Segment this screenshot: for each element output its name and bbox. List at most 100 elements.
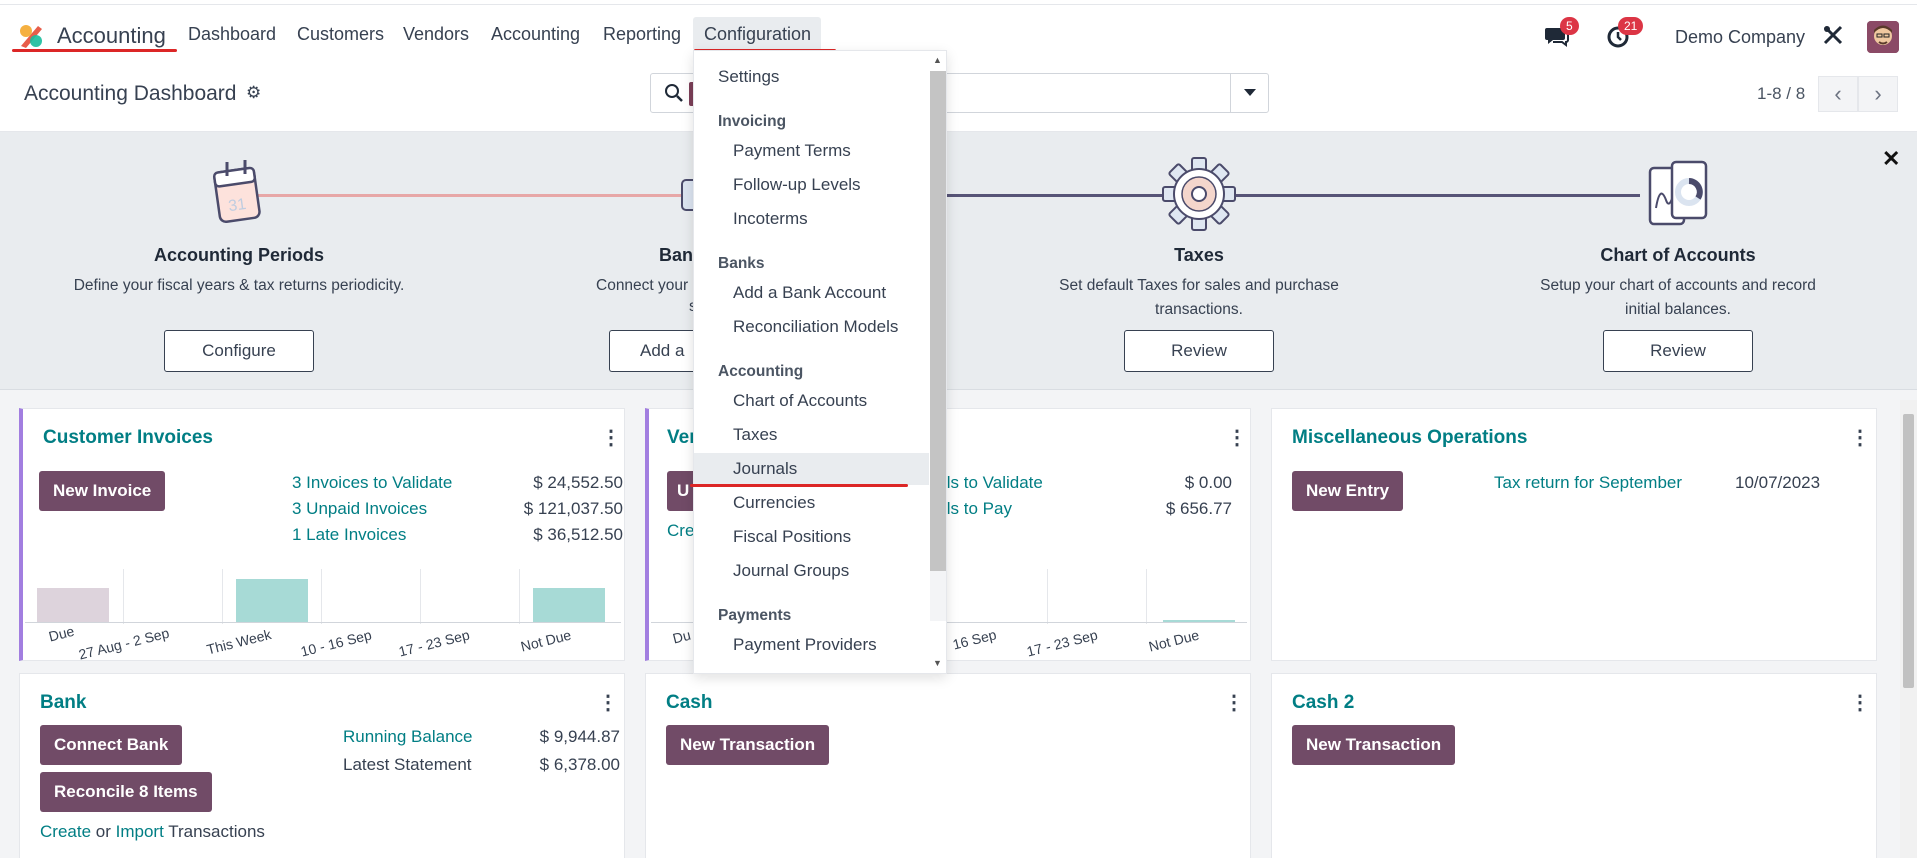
chart-gridline	[123, 569, 124, 624]
scroll-down-arrow-icon[interactable]: ▼	[933, 658, 942, 668]
card-title[interactable]: Bank	[40, 692, 86, 714]
amount-value: $ 36,512.50	[533, 525, 623, 544]
chart-gridline	[519, 569, 520, 624]
chart-gridline	[321, 569, 322, 624]
review-taxes-button[interactable]: Review	[1124, 330, 1274, 372]
menu-item-settings[interactable]: Settings	[718, 67, 953, 87]
scroll-up-arrow-icon[interactable]: ▲	[933, 55, 942, 65]
chart-tick: Not Due	[1147, 626, 1201, 655]
onboarding-title: Taxes	[1174, 245, 1224, 265]
accounting-app-icon[interactable]	[18, 23, 44, 49]
chart-axis	[25, 622, 621, 623]
card-title[interactable]: Cash	[666, 692, 712, 714]
chart-tick: 10 - 16 Sep	[299, 626, 374, 660]
journal-card-customer-invoices: Customer Invoices ⋮ New Invoice 3 Invoic…	[19, 408, 625, 663]
card-title[interactable]: Miscellaneous Operations	[1292, 427, 1527, 449]
amount-value: $ 656.77	[1165, 499, 1232, 518]
amount-value: $ 121,037.50	[523, 499, 623, 518]
chevron-left-icon: ‹	[1834, 81, 1842, 106]
menu-dashboard[interactable]: Dashboard	[188, 24, 276, 45]
kebab-menu-icon[interactable]: ⋮	[598, 690, 618, 715]
chevron-right-icon: ›	[1874, 81, 1882, 106]
pager-value[interactable]: 1-8 / 8	[1757, 84, 1805, 104]
chart-gridline	[1047, 569, 1048, 624]
chart-bar-not-due[interactable]	[533, 588, 605, 622]
app-name[interactable]: Accounting	[57, 23, 166, 49]
kebab-menu-icon[interactable]: ⋮	[1850, 425, 1870, 450]
new-transaction-button[interactable]: New Transaction	[1292, 725, 1456, 765]
onboarding-title: Chart of Accounts	[1600, 245, 1756, 265]
chart-gridline	[1146, 569, 1147, 624]
kebab-menu-icon[interactable]: ⋮	[1227, 425, 1247, 450]
menu-reporting[interactable]: Reporting	[603, 24, 681, 45]
new-invoice-button[interactable]: New Invoice	[39, 471, 166, 511]
menu-customers[interactable]: Customers	[297, 24, 384, 45]
pager-previous-button[interactable]: ‹	[1818, 76, 1858, 112]
transactions-text: Transactions	[168, 822, 265, 841]
import-transaction-link[interactable]: Import	[116, 822, 164, 841]
card-title[interactable]: Cash 2	[1292, 692, 1354, 714]
dropdown-scrollbar[interactable]	[930, 71, 946, 621]
journal-card-cash: Cash ⋮ New Transaction	[645, 673, 1251, 858]
debug-tools-icon[interactable]	[1822, 24, 1844, 46]
unpaid-invoices-link[interactable]: 3 Unpaid Invoices	[292, 499, 427, 519]
page-scrollbar[interactable]	[1900, 400, 1917, 858]
chart-tick: Due	[47, 622, 76, 645]
bank-footer: Create or Import Transactions	[40, 822, 265, 842]
messages-badge: 5	[1560, 17, 1579, 35]
chart-gridline	[222, 569, 223, 624]
search-icon	[665, 84, 683, 102]
amount-value: $ 6,378.00	[539, 755, 620, 774]
menu-configuration[interactable]: Configuration	[704, 24, 811, 45]
search-options-toggle[interactable]	[1230, 74, 1268, 112]
menu-accounting[interactable]: Accounting	[491, 24, 580, 45]
chart-tick: Not Due	[519, 626, 573, 655]
create-link[interactable]: Cre	[667, 521, 694, 541]
journal-card-cash-2: Cash 2 ⋮ New Transaction	[1271, 673, 1877, 858]
chart-of-accounts-icon	[1648, 160, 1708, 226]
card-title[interactable]: Customer Invoices	[43, 427, 213, 449]
or-text: or	[95, 822, 111, 841]
page-title: Accounting Dashboard	[24, 82, 237, 105]
user-avatar[interactable]	[1867, 21, 1899, 53]
svg-text:31: 31	[227, 196, 247, 215]
connect-bank-button[interactable]: Connect Bank	[40, 725, 183, 765]
kebab-menu-icon[interactable]: ⋮	[1850, 690, 1870, 715]
review-coa-button[interactable]: Review	[1603, 330, 1753, 372]
new-transaction-button[interactable]: New Transaction	[666, 725, 830, 765]
activities-badge: 21	[1618, 17, 1644, 35]
chart-bar-this-week[interactable]	[236, 579, 308, 622]
close-icon[interactable]: ✕	[1882, 146, 1900, 172]
onboarding-title: Accounting Periods	[153, 245, 324, 265]
journal-card-bank: Bank ⋮ Connect Bank Reconcile 8 Items Ru…	[19, 673, 625, 858]
chart-tick: 17 - 23 Sep	[397, 626, 472, 660]
onboarding-connector-line	[940, 194, 1640, 197]
create-transaction-link[interactable]: Create	[40, 822, 91, 841]
configure-button[interactable]: Configure	[164, 330, 314, 372]
tax-return-link[interactable]: Tax return for September	[1494, 473, 1682, 493]
dropdown-scrollbar-thumb[interactable]	[930, 71, 946, 571]
top-navbar: Accounting Dashboard Customers Vendors A…	[0, 4, 1917, 64]
late-invoices-link[interactable]: 1 Late Invoices	[292, 525, 406, 545]
menu-item-payment-providers[interactable]: Payment Providers	[733, 635, 968, 655]
tax-return-date: 10/07/2023	[1735, 473, 1821, 492]
page-scrollbar-thumb[interactable]	[1903, 414, 1914, 688]
pager-next-button[interactable]: ›	[1858, 76, 1898, 112]
chart-tick: Du	[671, 626, 693, 647]
onboarding-panel: ✕ 31 Accounting Periods Define your fisc…	[0, 132, 1917, 390]
reconcile-items-button[interactable]: Reconcile 8 Items	[40, 772, 212, 812]
running-balance-link[interactable]: Running Balance	[343, 727, 472, 747]
invoices-to-validate-link[interactable]: 3 Invoices to Validate	[292, 473, 452, 493]
kebab-menu-icon[interactable]: ⋮	[601, 425, 621, 450]
annotation-underline	[12, 49, 177, 52]
new-entry-button[interactable]: New Entry	[1292, 471, 1404, 511]
configuration-dropdown: Settings Invoicing Payment Terms Follow-…	[693, 50, 947, 674]
annotation-underline	[690, 484, 908, 487]
menu-vendors[interactable]: Vendors	[403, 24, 469, 45]
section-banks: Banks	[718, 255, 765, 272]
chart-bar-due[interactable]	[37, 588, 109, 622]
company-switcher[interactable]: Demo Company	[1675, 27, 1805, 48]
control-panel: Accounting Dashboard ⚙ 1-8 / 8 ‹ ›	[0, 64, 1917, 132]
kebab-menu-icon[interactable]: ⋮	[1224, 690, 1244, 715]
gear-icon[interactable]: ⚙	[246, 83, 261, 103]
